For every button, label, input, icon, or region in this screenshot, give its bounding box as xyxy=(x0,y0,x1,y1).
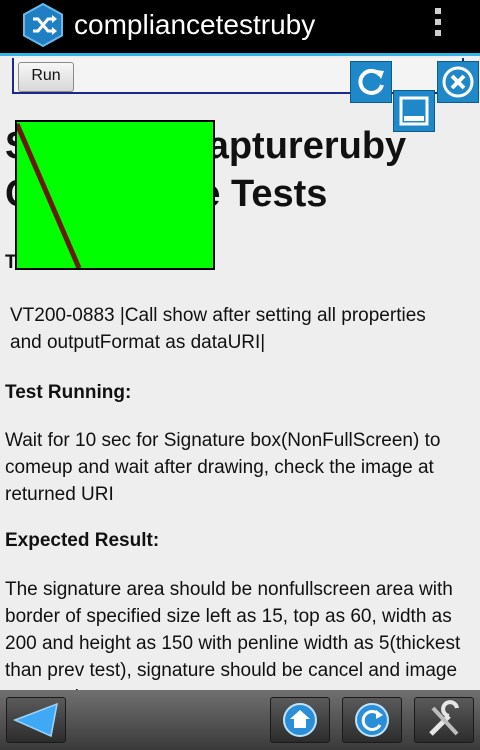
back-button[interactable] xyxy=(6,697,66,743)
signature-refresh-button[interactable] xyxy=(350,61,392,103)
back-icon xyxy=(13,702,58,738)
signature-close-button[interactable] xyxy=(437,61,479,103)
home-button[interactable] xyxy=(270,697,330,743)
app-title: compliancetestruby xyxy=(74,9,316,40)
action-bar: compliancetestruby xyxy=(0,0,480,56)
refresh-icon xyxy=(358,68,384,95)
expected-result-text: The signature area should be nonfullscre… xyxy=(5,579,461,690)
settings-icon xyxy=(429,700,459,736)
refresh-button[interactable] xyxy=(342,697,402,743)
app-shuffle-icon[interactable] xyxy=(21,3,65,47)
signature-stroke xyxy=(14,123,82,269)
run-bar: Run xyxy=(12,58,464,94)
signature-minimize-button[interactable] xyxy=(393,90,435,132)
home-icon xyxy=(283,703,317,737)
run-button[interactable]: Run xyxy=(18,62,74,92)
test-running-label: Test Running: xyxy=(5,382,132,403)
settings-button[interactable] xyxy=(414,697,474,743)
close-icon xyxy=(442,66,474,98)
minimize-icon xyxy=(399,96,429,126)
bottom-toolbar xyxy=(0,690,480,750)
overflow-menu-icon[interactable] xyxy=(428,8,448,44)
expected-result-label: Expected Result: xyxy=(5,530,160,551)
test-id-text: VT200-0883 |Call show after setting all … xyxy=(10,305,426,353)
signature-area[interactable] xyxy=(14,120,215,270)
refresh-icon xyxy=(355,703,389,737)
test-running-text: Wait for 10 sec for Signature box(NonFul… xyxy=(5,430,441,505)
